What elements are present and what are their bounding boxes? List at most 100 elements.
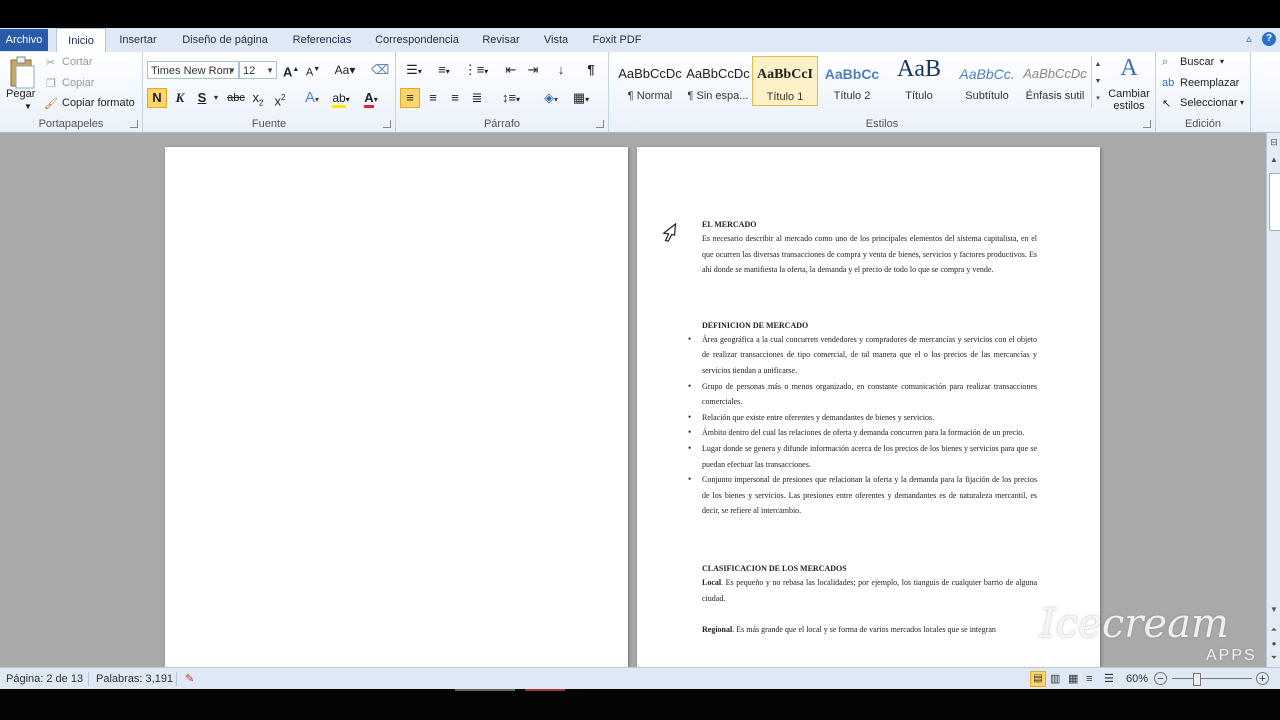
copy-button[interactable]: Copiar [62,77,94,89]
zoom-in-icon[interactable]: + [1256,672,1269,685]
align-right-icon[interactable]: ≡ [446,89,464,107]
cut-icon: ✂ [46,57,56,69]
clear-format-icon[interactable]: ⌫ [371,61,389,79]
vertical-scrollbar[interactable]: ⊟ ▲ ▼ ⏶ ● ⏷ [1266,133,1280,667]
find-dropdown-icon[interactable]: ▾ [1220,57,1224,66]
style-subtitle-sample: AaBbCc. [959,66,1015,82]
font-size-select[interactable]: 12 ▼ [239,61,277,79]
bold-button[interactable]: N [147,88,167,108]
align-center-icon[interactable]: ≡ [424,89,442,107]
scroll-down-icon[interactable]: ▼ [1268,605,1280,617]
styles-scroll[interactable]: ▲ ▼ ▾ [1091,56,1104,108]
zoom-slider[interactable] [1172,678,1252,679]
text-effects-icon[interactable]: A▾ [301,89,323,109]
zoom-level[interactable]: 60% [1126,668,1148,690]
line-spacing-icon[interactable]: ↕≡▾ [498,89,524,109]
increase-indent-icon[interactable]: ⇥ [524,61,542,79]
page-right[interactable]: EL MERCADO Es necesario describir al mer… [637,147,1100,667]
taskbar-item[interactable] [525,689,565,691]
ruler-toggle-icon[interactable]: ⊟ [1268,137,1280,149]
tab-vista[interactable]: Vista [538,28,574,52]
scroll-up-icon[interactable]: ▲ [1268,155,1280,167]
paste-button[interactable]: Pegar [6,88,35,100]
tab-file[interactable]: Archivo [0,29,48,51]
cut-button[interactable]: Cortar [62,56,93,68]
next-page-icon[interactable]: ⏷ [1268,653,1280,665]
help-icon[interactable]: ? [1262,32,1276,46]
grow-font-icon[interactable]: A▲ [283,61,299,81]
tab-foxit-pdf[interactable]: Foxit PDF [588,28,646,52]
font-family-select[interactable]: Times New Rom ▼ [147,61,239,79]
page-count-status[interactable]: Página: 2 de 13 [6,668,83,690]
paragraph-launcher-icon[interactable] [596,120,604,128]
style-heading-2[interactable]: AaBbCc Título 2 [819,56,885,106]
decrease-indent-icon[interactable]: ⇤ [502,61,520,79]
style-normal[interactable]: AaBbCcDc ¶ Normal [617,56,683,106]
select-dropdown-icon[interactable]: ▾ [1240,98,1244,107]
scrollbar-thumb[interactable] [1269,173,1280,231]
prev-page-icon[interactable]: ⏶ [1268,625,1280,637]
taskbar-item[interactable] [455,689,515,691]
clipboard-launcher-icon[interactable] [130,120,138,128]
shading-icon[interactable]: ◈▾ [538,89,564,109]
change-styles-icon[interactable]: A [1109,56,1149,80]
multilevel-list-icon[interactable]: ⋮≡▾ [462,61,490,81]
show-marks-icon[interactable]: ¶ [582,61,600,79]
style-no-spacing[interactable]: AaBbCcDc ¶ Sin espa... [685,56,751,106]
align-left-icon[interactable]: ≡ [400,88,420,108]
draft-icon[interactable]: ☰ [1104,668,1114,690]
font-color-icon[interactable]: A▾ [359,89,383,109]
style-subtitle[interactable]: AaBbCc. Subtítulo [954,56,1020,106]
outline-icon[interactable]: ≡ [1086,668,1092,690]
page-left[interactable] [165,147,628,667]
borders-icon[interactable]: ▦▾ [568,89,594,109]
styles-launcher-icon[interactable] [1143,120,1151,128]
select-icon: ↖ [1162,98,1172,110]
replace-button[interactable]: Reemplazar [1180,77,1239,89]
superscript-icon[interactable]: x2 [271,89,289,110]
style-heading-1[interactable]: AaBbCcI Título 1 [752,56,818,106]
style-subtle-emphasis[interactable]: AaBbCcDc Énfasis sutil [1022,56,1088,106]
change-case-icon[interactable]: Aa▾ [333,61,357,79]
word-count-status[interactable]: Palabras: 3,191 [96,668,173,690]
paragraph-local: Local. Es pequeño y no rebasa las locali… [702,575,1037,606]
paste-icon[interactable] [8,56,36,90]
justify-icon[interactable]: ≣ [468,89,486,107]
ribbon-collapse-icon[interactable]: ▵ [1242,32,1256,46]
clipboard-group-label: Portapapeles [38,118,104,130]
subscript-icon[interactable]: x2 [249,89,267,113]
paste-dropdown-icon[interactable]: ▼ [24,102,32,111]
document-workspace[interactable]: EL MERCADO Es necesario describir al mer… [0,133,1266,667]
tab-referencias[interactable]: Referencias [286,28,358,52]
select-button[interactable]: Seleccionar [1180,97,1237,109]
document-body[interactable]: EL MERCADO Es necesario describir al mer… [688,219,1037,638]
proofing-icon[interactable]: ✎ [185,668,194,690]
numbering-icon[interactable]: ≡▾ [432,61,456,81]
tab-correspondencia[interactable]: Correspondencia [370,28,464,52]
list-item: Relación que existe entre oferentes y de… [688,410,1037,426]
underline-button[interactable]: S [193,89,211,107]
browse-object-icon[interactable]: ● [1268,639,1280,651]
tab-revisar[interactable]: Revisar [476,28,526,52]
bullets-icon[interactable]: ☰▾ [402,61,426,81]
underline-dropdown-icon[interactable]: ▾ [211,89,221,107]
highlight-color-icon[interactable]: ab▾ [329,89,353,109]
sort-icon[interactable]: ↓ [552,61,570,79]
tab-inicio[interactable]: Inicio [56,28,106,53]
find-button[interactable]: Buscar [1180,56,1214,68]
shrink-font-icon[interactable]: A▼ [305,61,321,82]
paragraph-el-mercado: Es necesario describir al mercado como u… [702,234,1037,275]
web-layout-icon[interactable]: ▦ [1068,668,1078,690]
print-layout-icon[interactable]: ▤ [1030,671,1046,687]
style-title[interactable]: AaB Título [886,56,952,106]
tab-diseno-pagina[interactable]: Diseño de página [176,28,274,52]
zoom-slider-thumb[interactable] [1193,673,1201,686]
full-screen-reading-icon[interactable]: ▥ [1050,668,1060,690]
change-styles-button[interactable]: Cambiar estilos [1107,88,1151,112]
format-painter-button[interactable]: Copiar formato [62,97,135,109]
zoom-out-icon[interactable]: − [1154,672,1167,685]
italic-button[interactable]: K [171,89,189,107]
font-launcher-icon[interactable] [383,120,391,128]
tab-insertar[interactable]: Insertar [112,28,164,52]
strikethrough-button[interactable]: abc [225,89,247,107]
